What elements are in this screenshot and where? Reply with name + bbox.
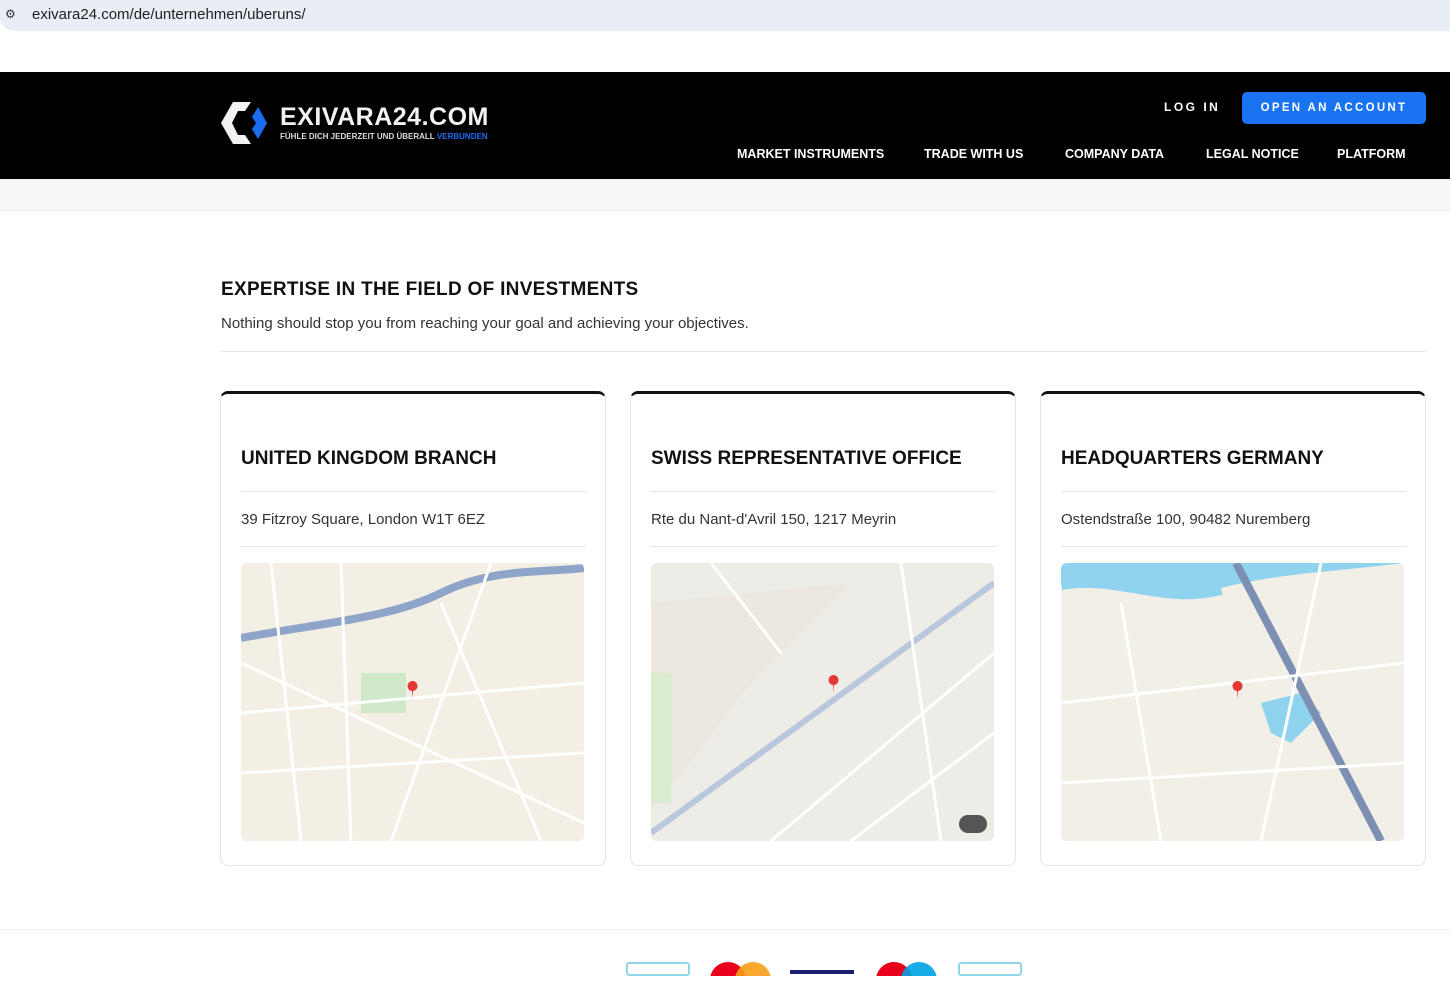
office-title: HEADQUARTERS GERMANY	[1061, 448, 1324, 469]
logo-tagline: FÜHLE DICH JEDERZEIT UND ÜBERALL VERBUND…	[280, 132, 488, 141]
page-title: EXPERTISE IN THE FIELD OF INVESTMENTS	[221, 279, 639, 300]
nav-market-instruments[interactable]: MARKET INSTRUMENTS	[737, 147, 884, 161]
footer-divider	[0, 929, 1450, 930]
office-address: Ostendstraße 100, 90482 Nuremberg	[1061, 511, 1311, 528]
nav-trade-with-us[interactable]: TRADE WITH US	[924, 147, 1023, 161]
visa-logo	[790, 970, 854, 984]
logo-title: EXIVARA24.COM	[280, 103, 489, 131]
login-link[interactable]: LOG IN	[1164, 100, 1220, 114]
site-settings-icon[interactable]: ⚙	[5, 7, 16, 21]
page-subtitle: Nothing should stop you from reaching yo…	[221, 315, 749, 332]
open-account-button[interactable]: OPEN AN ACCOUNT	[1242, 92, 1426, 124]
nav-platform[interactable]: PLATFORM	[1337, 147, 1406, 161]
logo-icon	[221, 102, 267, 144]
office-address: Rte du Nant-d'Avril 150, 1217 Meyrin	[651, 511, 897, 528]
breadcrumb-band	[0, 179, 1450, 211]
office-card-swiss: SWISS REPRESENTATIVE OFFICE Rte du Nant-…	[630, 391, 1016, 866]
office-card-uk: UNITED KINGDOM BRANCH 39 Fitzroy Square,…	[220, 391, 606, 866]
office-title: SWISS REPRESENTATIVE OFFICE	[651, 448, 962, 469]
map-london[interactable]	[241, 563, 584, 841]
office-address: 39 Fitzroy Square, London W1T 6EZ	[241, 511, 486, 528]
nav-legal-notice[interactable]: LEGAL NOTICE	[1206, 147, 1299, 161]
url-text[interactable]: exivara24.com/de/unternehmen/uberuns/	[32, 6, 306, 23]
nav-company-data[interactable]: COMPANY DATA	[1065, 147, 1164, 161]
map-nuremberg[interactable]	[1061, 563, 1404, 841]
divider	[221, 351, 1426, 352]
office-title: UNITED KINGDOM BRANCH	[241, 448, 497, 469]
site-header: EXIVARA24.COM FÜHLE DICH JEDERZEIT UND Ü…	[0, 72, 1450, 179]
office-card-germany: HEADQUARTERS GERMANY Ostendstraße 100, 9…	[1040, 391, 1426, 866]
map-meyrin[interactable]	[651, 563, 994, 841]
address-bar[interactable]: ⚙ exivara24.com/de/unternehmen/uberuns/	[0, 0, 1450, 31]
logo[interactable]: EXIVARA24.COM FÜHLE DICH JEDERZEIT UND Ü…	[221, 102, 488, 149]
